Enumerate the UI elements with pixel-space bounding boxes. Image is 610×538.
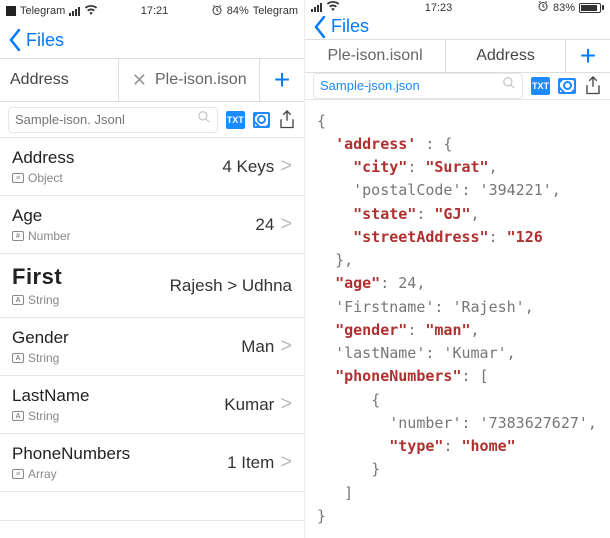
chevron-right-icon: > xyxy=(280,155,292,178)
add-tab-button[interactable]: + xyxy=(566,40,610,72)
tab-file[interactable]: Ple-ison.isonl xyxy=(305,40,446,72)
back-button[interactable] xyxy=(8,29,22,51)
toolbar: TXT xyxy=(0,102,304,138)
search-input[interactable] xyxy=(320,78,496,93)
chevron-right-icon: > xyxy=(280,335,292,358)
search-field[interactable] xyxy=(8,107,218,133)
search-input[interactable] xyxy=(15,112,191,127)
status-time: 17:23 xyxy=(340,2,537,14)
row-key: PhoneNumbers xyxy=(12,444,130,464)
tab-bar: Address ✕ Ple-ison.ison + xyxy=(0,58,304,102)
search-field[interactable] xyxy=(313,73,523,99)
status-bar: 17:23 83% xyxy=(305,0,610,15)
view-raw-button[interactable]: TXT xyxy=(531,77,550,95)
battery-icon xyxy=(579,3,604,13)
alarm-icon xyxy=(537,0,549,15)
raw-json-view[interactable]: { 'address' : { "city": "Surat", 'postal… xyxy=(305,100,610,538)
chevron-left-icon xyxy=(313,16,327,38)
row-type: AString xyxy=(12,293,62,307)
row-value: 24 > xyxy=(255,213,292,236)
nav-title[interactable]: Files xyxy=(26,30,64,51)
list-item[interactable]: LastName AString Kumar > xyxy=(0,376,304,434)
row-value: Kumar > xyxy=(224,393,292,416)
chevron-right-icon: > xyxy=(280,451,292,474)
notif-icon xyxy=(6,6,16,16)
carrier-label: Telegram xyxy=(20,5,65,17)
key-value-list[interactable]: Address ≡Object 4 Keys > Age #Number 24 > Firs… xyxy=(0,138,304,538)
add-tab-button[interactable]: + xyxy=(260,59,304,101)
chevron-right-icon: > xyxy=(280,393,292,416)
tab-file[interactable]: ✕ Ple-ison.ison xyxy=(119,59,260,101)
row-type: ≡Object xyxy=(12,171,74,185)
tab-address[interactable]: Address xyxy=(0,59,119,101)
search-icon xyxy=(197,110,211,129)
notif-app-label: Telegram xyxy=(253,5,298,17)
status-time: 17:21 xyxy=(98,5,210,17)
back-button[interactable] xyxy=(313,16,327,38)
nav-header: Files xyxy=(305,15,610,39)
nav-header: Files xyxy=(0,22,304,58)
row-key: Address xyxy=(12,148,74,168)
list-item[interactable]: First AString Rajesh > Udhna xyxy=(0,254,304,318)
alarm-icon xyxy=(211,4,223,19)
view-raw-button[interactable]: TXT xyxy=(226,111,245,129)
tab-file-label: Ple-ison.ison xyxy=(155,71,247,89)
wifi-icon xyxy=(326,1,340,14)
row-value: Man > xyxy=(241,335,292,358)
chevron-right-icon: > xyxy=(280,213,292,236)
share-button[interactable] xyxy=(278,110,296,130)
list-item[interactable]: Age #Number 24 > xyxy=(0,196,304,254)
row-value: 4 Keys > xyxy=(222,155,292,178)
view-image-button[interactable] xyxy=(558,78,576,94)
list-item[interactable]: Gender AString Man > xyxy=(0,318,304,376)
battery-percent: 83% xyxy=(553,2,575,14)
status-bar: Telegram 17:21 84% Telegram xyxy=(0,0,304,22)
battery-percent: 84% xyxy=(227,5,249,17)
view-image-button[interactable] xyxy=(253,112,270,128)
right-pane: 17:23 83% Files Ple-ison.isonl Address + xyxy=(305,0,610,538)
toolbar: TXT xyxy=(305,73,610,100)
row-key: First xyxy=(12,264,62,290)
row-key: Age xyxy=(12,206,71,226)
signal-icon xyxy=(69,7,80,16)
share-button[interactable] xyxy=(584,76,602,96)
tab-file-label: Ple-ison.isonl xyxy=(327,47,422,65)
list-item[interactable]: PhoneNumbers ≡Array 1 Item > xyxy=(0,434,304,492)
left-pane: Telegram 17:21 84% Telegram Files Addres… xyxy=(0,0,305,538)
close-tab-icon[interactable]: ✕ xyxy=(132,70,147,91)
signal-icon xyxy=(311,3,322,12)
list-item[interactable]: Address ≡Object 4 Keys > xyxy=(0,138,304,196)
wifi-icon xyxy=(84,5,98,18)
nav-title[interactable]: Files xyxy=(331,16,369,37)
row-type: AString xyxy=(12,351,69,365)
row-type: #Number xyxy=(12,229,71,243)
row-value: Rajesh > Udhna xyxy=(170,276,292,296)
row-key: LastName xyxy=(12,386,89,406)
row-value: 1 Item > xyxy=(227,451,292,474)
tab-address[interactable]: Address xyxy=(446,40,566,72)
search-icon xyxy=(502,76,516,95)
row-key: Gender xyxy=(12,328,69,348)
row-type: AString xyxy=(12,409,89,423)
tab-bar: Ple-ison.isonl Address + xyxy=(305,39,610,73)
chevron-left-icon xyxy=(8,29,22,51)
row-type: ≡Array xyxy=(12,467,130,481)
